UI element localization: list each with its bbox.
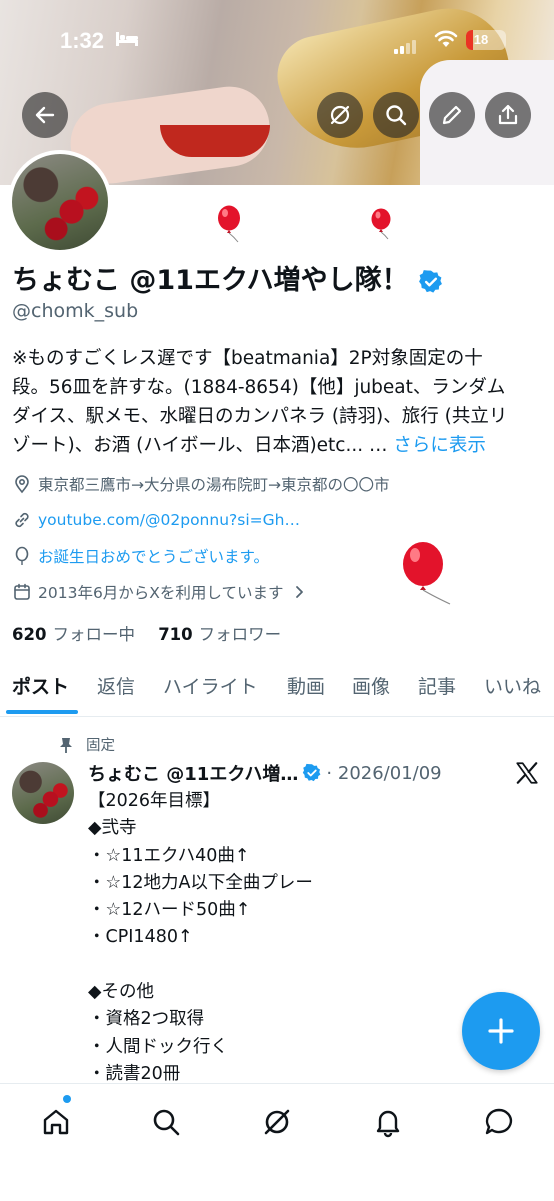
pin-icon [60,737,72,753]
profile-avatar[interactable] [8,150,112,254]
balloon-icon [218,205,240,243]
share-icon [498,104,518,125]
nav-messages[interactable] [479,1102,519,1142]
cellular-signal-icon [394,35,418,54]
grok-icon [330,105,350,125]
birthday-row: お誕生日おめでとうございます。 [12,545,269,567]
tab-posts[interactable]: ポスト [12,672,69,699]
tab-photos[interactable]: 画像 [352,672,390,699]
bio-line: 段。56皿を許すな。(1884-8654)【他】jubeat、ランダム [12,377,506,398]
grok-icon [264,1109,290,1135]
battery-percent: 18 [473,32,489,47]
edit-button[interactable] [429,92,475,138]
battery-indicator: 18 [466,30,506,50]
pinned-label-row: 固定 [58,734,115,755]
display-name-text: ちょむこ @11エクハ増やし隊！ [12,265,409,296]
joined-row[interactable]: 2013年6月からXを利用しています [12,581,313,603]
back-arrow-icon [35,106,55,124]
followers-label: フォロワー [198,625,282,644]
follow-stats: 620 フォロー中 710 フォロワー [12,621,281,645]
sleep-mode-icon [116,32,138,46]
user-handle: @chomk_sub [12,300,139,322]
status-bar: 1:32 18 [0,0,554,80]
active-tab-indicator [6,710,78,714]
search-button[interactable] [373,92,419,138]
search-icon [386,105,407,126]
following-count: 620 [12,625,47,644]
status-time: 1:32 [60,28,105,53]
tab-likes[interactable]: いいね [484,672,541,699]
post-text: 【2026年目標】 ◆弐寺 ・☆11エクハ40曲↑ ・☆12地力A以下全曲プレー… [88,791,313,1084]
followers-link[interactable]: 710 フォロワー [158,625,281,644]
bio-line: ゾート)、お酒 (ハイボール、日本酒)etc... … さらに表示 [12,431,542,460]
show-more-link[interactable]: さらに表示 [393,435,486,456]
grok-button[interactable] [317,92,363,138]
bell-icon [376,1110,400,1138]
home-icon [43,1109,69,1135]
location-pin-icon [15,475,29,494]
display-name: ちょむこ @11エクハ増やし隊！ [12,258,444,297]
post-header: ちょむこ @11エクハ増… · 2026/01/09 [88,760,442,786]
profile-bio: ※ものすごくレス遅です【beatmania】2P対象固定の十 段。56皿を許すな… [12,344,542,460]
link-icon [15,512,29,528]
post-author-name[interactable]: ちょむこ @11エクハ増… [88,760,298,786]
post-author-avatar[interactable] [12,762,74,824]
tab-articles[interactable]: 記事 [418,672,456,699]
share-button[interactable] [485,92,531,138]
bottom-navigation [0,1083,554,1201]
post-date: · 2026/01/09 [326,762,442,784]
joined-text: 2013年6月からXを利用しています [38,584,284,602]
bio-line: ダイス、駅メモ、水曜日のカンパネラ (詩羽)、旅行 (共立リ [12,406,508,427]
following-link[interactable]: 620 フォロー中 [12,625,135,644]
calendar-icon [14,583,30,600]
balloon-outline-icon [15,546,29,565]
wifi-icon [434,30,458,47]
x-logo-icon [516,762,538,784]
following-label: フォロー中 [52,625,135,644]
pinned-label: 固定 [86,738,115,754]
website-link[interactable]: youtube.com/@02ponnu?si=Gh… [38,511,300,529]
tab-videos[interactable]: 動画 [287,672,325,699]
nav-grok[interactable] [257,1102,297,1142]
chevron-right-icon [296,586,304,598]
tab-replies[interactable]: 返信 [97,672,135,699]
location-text: 東京都三鷹市→大分県の湯布院町→東京都の〇〇市 [38,476,390,494]
birthday-text: お誕生日おめでとうございます。 [38,548,269,566]
messages-icon [485,1108,513,1135]
location-row: 東京都三鷹市→大分県の湯布院町→東京都の〇〇市 [12,473,389,495]
verified-badge-icon [303,763,321,782]
plus-icon [488,1018,514,1044]
tab-highlights[interactable]: ハイライト [163,672,258,699]
compose-button[interactable] [462,992,540,1070]
profile-tabs: ポスト 返信 ハイライト 動画 画像 記事 いいね [0,664,554,717]
website-row[interactable]: youtube.com/@02ponnu?si=Gh… [12,510,300,530]
nav-home[interactable] [36,1102,76,1142]
nav-notifications[interactable] [368,1102,408,1142]
back-button[interactable] [22,92,68,138]
nav-search[interactable] [146,1102,186,1142]
verified-badge-icon[interactable] [418,269,444,295]
search-icon [153,1109,180,1136]
followers-count: 710 [158,625,193,644]
home-notification-dot [63,1095,71,1103]
balloon-icon [371,208,391,240]
bio-line-text: ゾート)、お酒 (ハイボール、日本酒)etc... … [12,435,394,456]
banner-sake-cup [160,125,270,157]
pencil-icon [442,105,462,125]
bio-line: ※ものすごくレス遅です【beatmania】2P対象固定の十 [12,348,483,369]
balloon-icon [403,542,451,605]
